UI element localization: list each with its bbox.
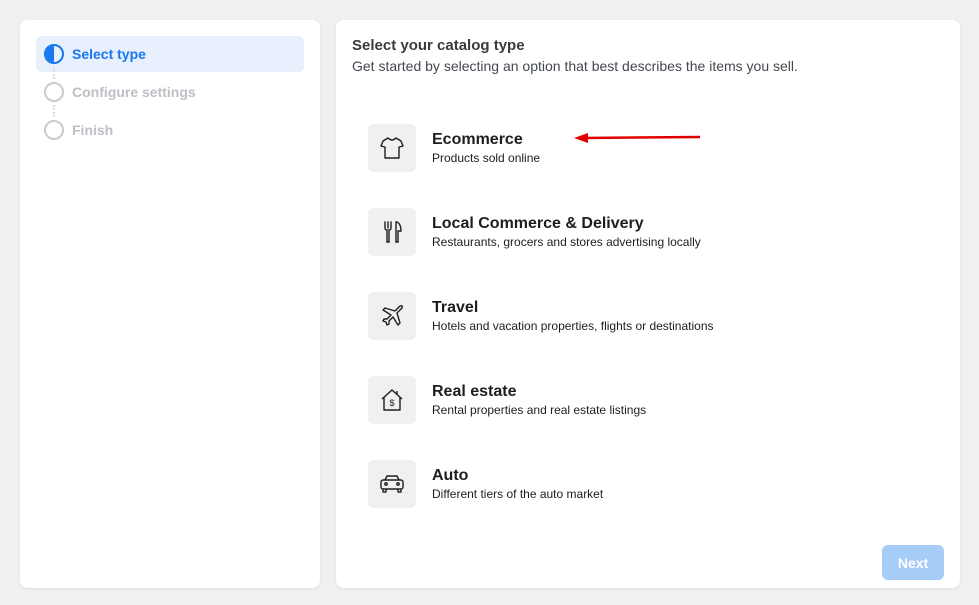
step-label: Finish <box>72 122 114 138</box>
step-label: Select type <box>72 46 146 62</box>
option-name: Real estate <box>432 383 517 400</box>
option-name: Local Commerce & Delivery <box>432 215 644 232</box>
option-real-estate[interactable]: $ Real estate Rental properties and real… <box>368 372 928 428</box>
annotation-arrow-icon <box>574 133 701 143</box>
half-filled-circle-icon <box>44 44 64 64</box>
option-auto[interactable]: Auto Different tiers of the auto market <box>368 456 928 512</box>
page-subtitle: Get started by selecting an option that … <box>352 58 798 74</box>
next-button[interactable]: Next <box>882 545 944 580</box>
page-title: Select your catalog type <box>352 37 525 54</box>
option-description: Restaurants, grocers and stores advertis… <box>432 235 701 249</box>
option-name: Auto <box>432 467 469 484</box>
step-select-type[interactable]: Select type <box>36 36 304 72</box>
shirt-icon <box>368 124 416 172</box>
fork-knife-icon <box>368 208 416 256</box>
option-description: Products sold online <box>432 151 541 165</box>
empty-circle-icon <box>44 120 64 140</box>
step-finish: Finish <box>36 112 304 148</box>
catalog-type-panel: Select your catalog type Get started by … <box>336 20 960 588</box>
option-description: Rental properties and real estate listin… <box>432 403 647 417</box>
svg-text:$: $ <box>389 398 394 408</box>
option-description: Hotels and vacation properties, flights … <box>432 319 714 333</box>
car-icon <box>368 460 416 508</box>
step-label: Configure settings <box>72 84 196 100</box>
option-name: Ecommerce <box>432 131 523 148</box>
option-travel[interactable]: Travel Hotels and vacation properties, f… <box>368 288 928 344</box>
option-local-commerce[interactable]: Local Commerce & Delivery Restaurants, g… <box>368 204 928 260</box>
airplane-icon <box>368 292 416 340</box>
steps-sidebar: Select type Configure settings Finish <box>20 20 320 588</box>
house-dollar-icon: $ <box>368 376 416 424</box>
option-name: Travel <box>432 299 479 316</box>
step-configure-settings: Configure settings <box>36 74 304 110</box>
option-description: Different tiers of the auto market <box>432 487 604 501</box>
empty-circle-icon <box>44 82 64 102</box>
